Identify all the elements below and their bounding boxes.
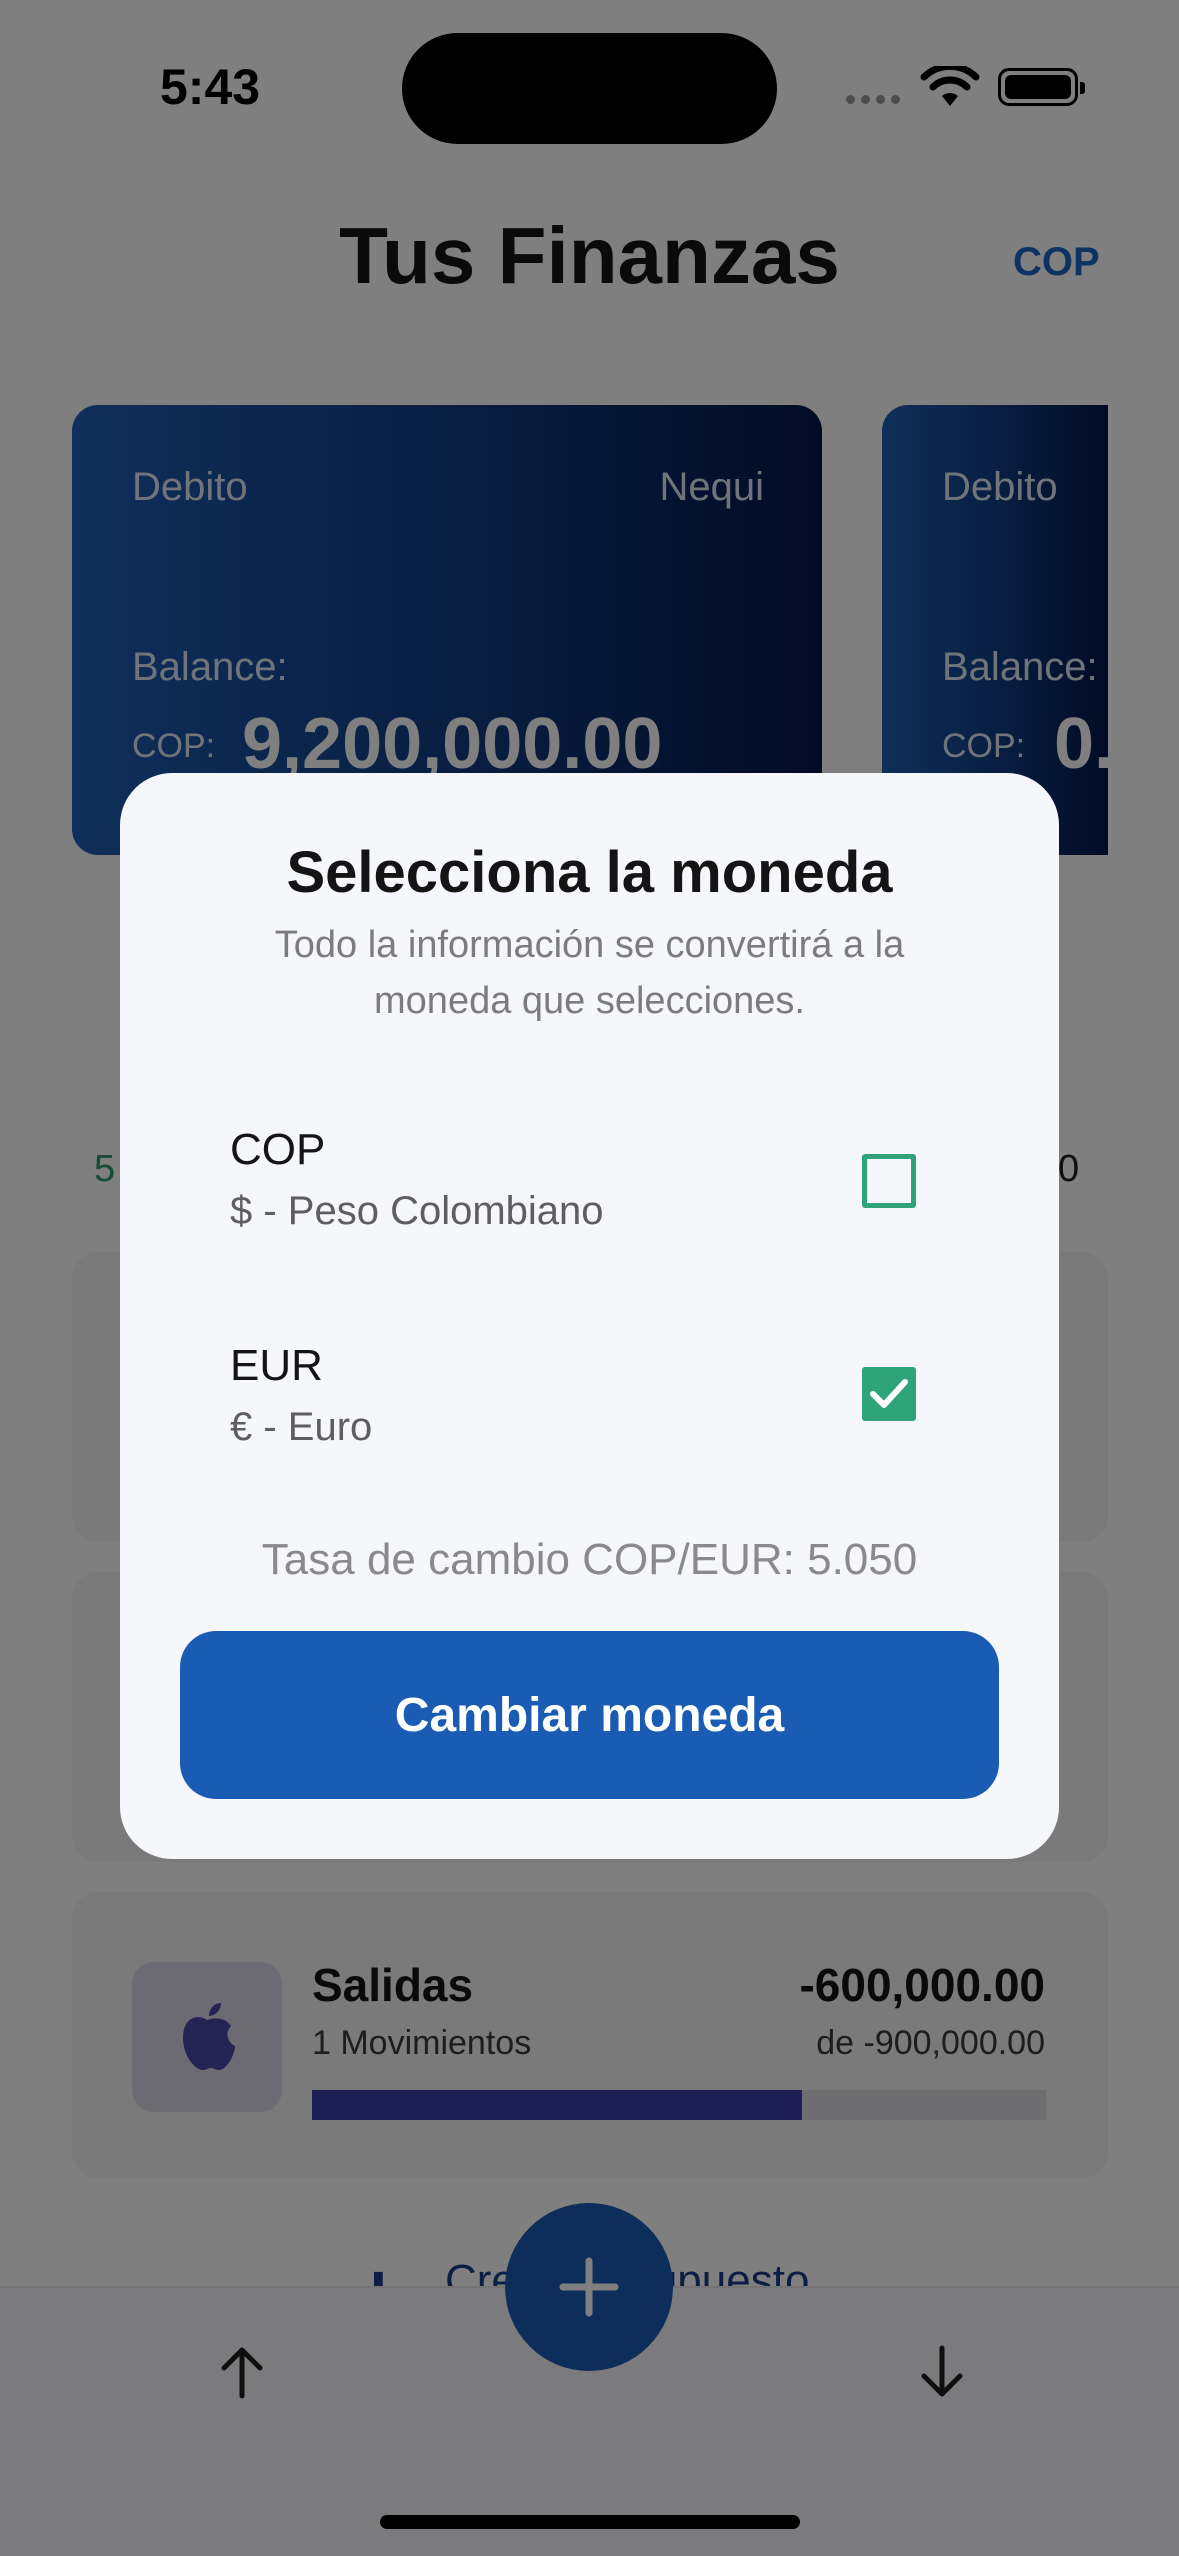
currency-option-code: EUR [230,1341,323,1390]
checkmark-icon [870,1379,908,1408]
exchange-rate: Tasa de cambio COP/EUR: 5.050 [261,1535,918,1584]
modal-title: Selecciona la moneda [286,840,893,905]
currency-option-name: $ - Peso Colombiano [230,1189,604,1233]
currency-option-code: COP [230,1125,326,1174]
currency-option-name: € - Euro [230,1405,373,1449]
cop-checkbox[interactable] [862,1154,916,1208]
eur-checkbox[interactable] [862,1367,916,1421]
modal-description: Todo la información se convertirá a la m… [274,924,905,1022]
change-currency-button[interactable]: Cambiar moneda [180,1631,999,1799]
currency-modal: Selecciona la moneda Todo la información… [120,773,1059,1859]
